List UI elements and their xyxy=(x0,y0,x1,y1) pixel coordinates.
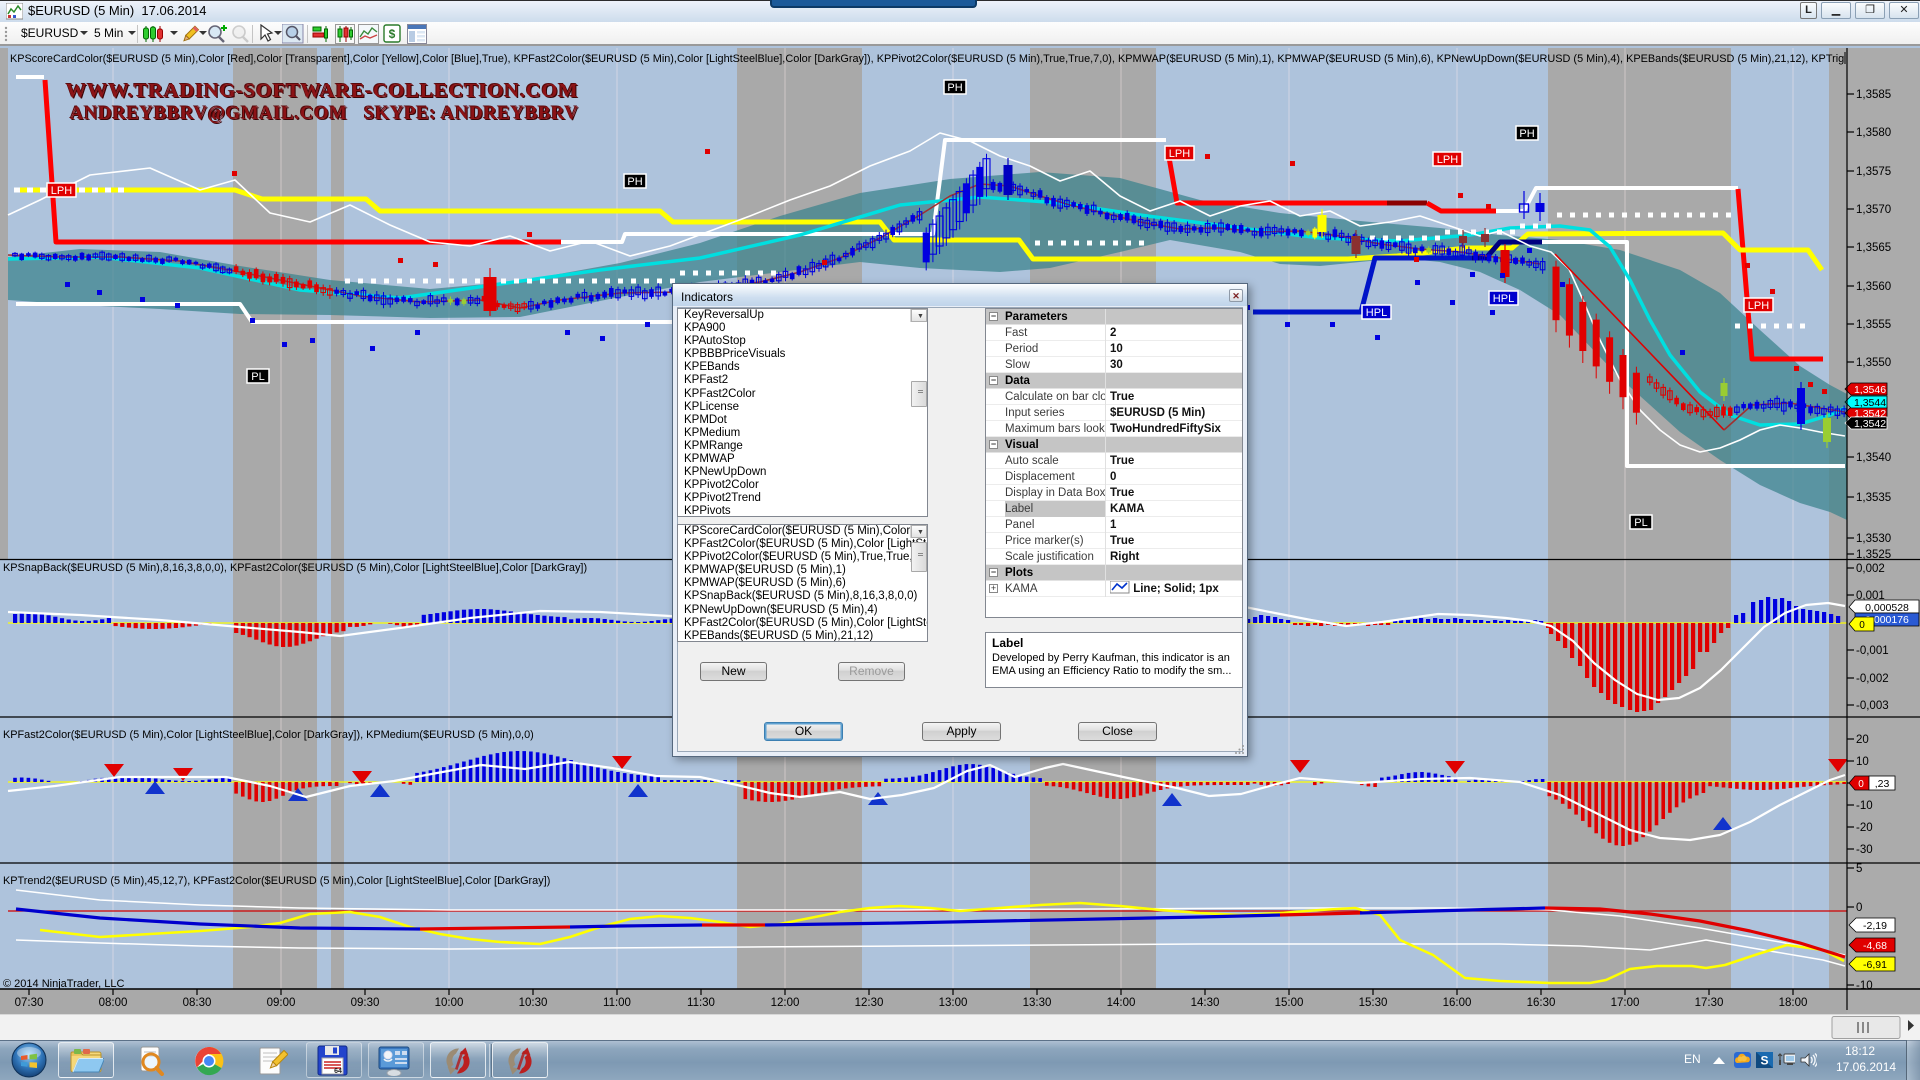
svg-text:0: 0 xyxy=(1859,620,1865,631)
svg-text:1,3535: 1,3535 xyxy=(1856,492,1891,504)
svg-text:KPScoreCardColor($EURUSD (5: KPScoreCardColor($EURUSD (5 Min),Color [… xyxy=(10,53,1844,65)
svg-text:1,3530: 1,3530 xyxy=(1856,533,1891,545)
svg-text:KPFast2Color($EURUSD (5 Min): KPFast2Color($EURUSD (5 Min),Color [Ligh… xyxy=(3,729,534,741)
svg-text:© 2014 NinjaTrader, LLC: © 2014 NinjaTrader, LLC xyxy=(3,978,124,990)
svg-text:-0,001: -0,001 xyxy=(1856,645,1889,657)
svg-text:08:30: 08:30 xyxy=(183,997,212,1009)
svg-text:-4,68: -4,68 xyxy=(1863,940,1887,952)
svg-text:1,3565: 1,3565 xyxy=(1856,242,1891,254)
svg-text:5: 5 xyxy=(1856,863,1862,875)
svg-text:12:30: 12:30 xyxy=(855,997,884,1009)
svg-text:17:00: 17:00 xyxy=(1611,997,1640,1009)
svg-text:LPH: LPH xyxy=(1437,154,1458,166)
svg-text:15:30: 15:30 xyxy=(1359,997,1388,1009)
svg-text:08:00: 08:00 xyxy=(99,997,128,1009)
svg-text:10:00: 10:00 xyxy=(435,997,464,1009)
svg-text:13:00: 13:00 xyxy=(939,997,968,1009)
svg-text:PH: PH xyxy=(1519,128,1534,140)
svg-text:11:00: 11:00 xyxy=(603,997,631,1009)
svg-text:HPL: HPL xyxy=(1366,307,1387,319)
svg-text:-10: -10 xyxy=(1856,800,1873,812)
svg-text:12:00: 12:00 xyxy=(771,997,800,1009)
svg-text:PH: PH xyxy=(627,176,642,188)
svg-text:1,3580: 1,3580 xyxy=(1856,127,1891,139)
svg-text:20: 20 xyxy=(1856,734,1869,746)
svg-text:0: 0 xyxy=(1858,779,1864,790)
svg-text:PL: PL xyxy=(251,371,264,383)
svg-text:,23: ,23 xyxy=(1875,778,1890,790)
svg-text:17:30: 17:30 xyxy=(1695,997,1724,1009)
svg-text:10:30: 10:30 xyxy=(519,997,548,1009)
svg-text:16:00: 16:00 xyxy=(1443,997,1472,1009)
svg-text:1,3575: 1,3575 xyxy=(1856,166,1891,178)
svg-text:S: S xyxy=(1760,1054,1768,1068)
svg-text:-10: -10 xyxy=(1856,980,1873,992)
svg-text:1,3540: 1,3540 xyxy=(1856,452,1891,464)
svg-text:09:00: 09:00 xyxy=(267,997,296,1009)
svg-text:1,3570: 1,3570 xyxy=(1856,204,1891,216)
svg-text:07:30: 07:30 xyxy=(15,997,44,1009)
svg-text:16:30: 16:30 xyxy=(1527,997,1556,1009)
svg-text:14:00: 14:00 xyxy=(1107,997,1136,1009)
svg-text:LPH: LPH xyxy=(51,185,72,197)
svg-text:64: 64 xyxy=(334,1068,342,1075)
svg-text:0: 0 xyxy=(1856,902,1862,914)
svg-text:$: $ xyxy=(389,27,396,41)
svg-text:1,3555: 1,3555 xyxy=(1856,319,1891,331)
svg-text:0,000528: 0,000528 xyxy=(1865,602,1909,614)
svg-text:1,3544: 1,3544 xyxy=(1854,397,1886,409)
svg-text:HPL: HPL xyxy=(1493,293,1514,305)
svg-text:10: 10 xyxy=(1856,756,1869,768)
svg-text:18:00: 18:00 xyxy=(1779,997,1808,1009)
svg-text:14:30: 14:30 xyxy=(1191,997,1220,1009)
svg-text:1,3550: 1,3550 xyxy=(1856,357,1891,369)
svg-text:-6,91: -6,91 xyxy=(1863,959,1887,971)
svg-text:PH: PH xyxy=(947,82,962,94)
svg-text:KPSnapBack($EURUSD (5 Min),8: KPSnapBack($EURUSD (5 Min),8,16,3,8,0,0)… xyxy=(3,562,587,574)
svg-text:KPTrend2($EURUSD (5 Min),45,1: KPTrend2($EURUSD (5 Min),45,12,7), KPFas… xyxy=(3,875,550,887)
svg-text:1,3560: 1,3560 xyxy=(1856,281,1891,293)
svg-text:09:30: 09:30 xyxy=(351,997,380,1009)
svg-text:PL: PL xyxy=(1634,517,1647,529)
svg-text:13:30: 13:30 xyxy=(1023,997,1052,1009)
svg-text:-2,19: -2,19 xyxy=(1863,920,1887,932)
svg-text:LPH: LPH xyxy=(1169,148,1190,160)
svg-text:0,002: 0,002 xyxy=(1856,563,1885,575)
svg-text:-0,002: -0,002 xyxy=(1856,673,1889,685)
svg-text:-20: -20 xyxy=(1856,822,1873,834)
svg-text:1,3542: 1,3542 xyxy=(1854,418,1886,430)
svg-text:LPH: LPH xyxy=(1748,300,1769,312)
svg-text:11:30: 11:30 xyxy=(687,997,715,1009)
svg-text:15:00: 15:00 xyxy=(1275,997,1304,1009)
svg-text:-30: -30 xyxy=(1856,844,1873,856)
svg-text:1,3585: 1,3585 xyxy=(1856,89,1891,101)
svg-text:-0,003: -0,003 xyxy=(1856,700,1889,712)
svg-text:1,3546: 1,3546 xyxy=(1854,384,1886,396)
